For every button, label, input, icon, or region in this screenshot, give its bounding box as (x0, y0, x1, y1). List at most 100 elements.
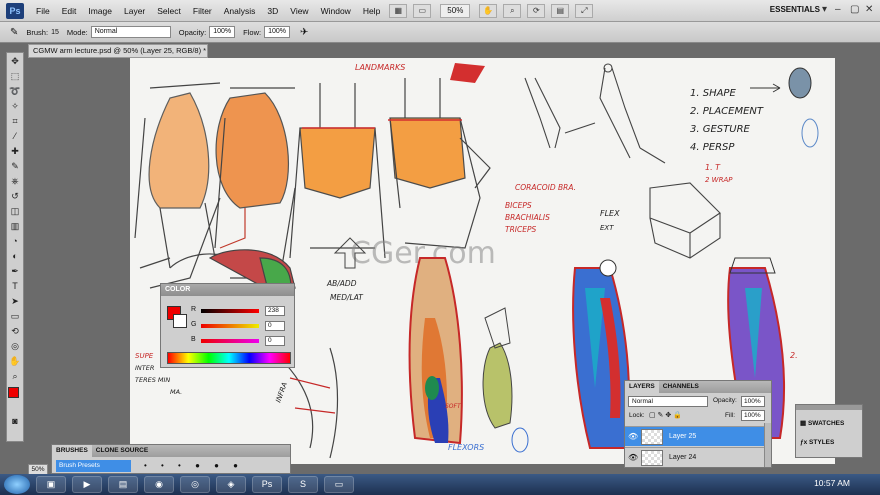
taskbar-app-icon[interactable]: ◈ (216, 476, 246, 493)
rotate-view-icon[interactable]: ⟳ (527, 3, 546, 18)
color-swatches[interactable] (7, 387, 23, 413)
styles-button[interactable]: ƒx STYLES (800, 439, 834, 446)
brush-size-value[interactable]: 15 (51, 29, 59, 36)
fill-input[interactable]: 100% (741, 410, 765, 421)
green-slider[interactable] (201, 324, 259, 328)
lock-label: Lock: (629, 412, 645, 419)
healing-brush-icon[interactable]: ✚ (8, 144, 22, 158)
taskbar-explorer-icon[interactable]: ▣ (36, 476, 66, 493)
color-panel: COLOR R 238 G 0 B 0 (160, 283, 295, 368)
start-button-icon[interactable] (4, 475, 30, 494)
note-infra: INFRA (274, 381, 289, 404)
layer-row[interactable]: 👁 Layer 25 (625, 426, 765, 446)
marquee-tool-icon[interactable]: ⬚ (8, 69, 22, 83)
taskbar-media-icon[interactable]: ▶ (72, 476, 102, 493)
tab-layers[interactable]: LAYERS (625, 381, 659, 393)
3d-orbit-icon[interactable]: ◎ (8, 339, 22, 353)
brush-tips[interactable]: • • • ● ● ● (144, 461, 244, 470)
taskbar-chrome-icon[interactable]: ◎ (180, 476, 210, 493)
arrange-documents-icon[interactable]: ▤ (551, 3, 570, 18)
menu-window[interactable]: Window (315, 6, 357, 16)
zoom-tool-icon[interactable]: ⌕ (503, 3, 522, 18)
forearm-sketch (482, 342, 513, 429)
red-slider[interactable] (201, 309, 259, 313)
visibility-eye-icon[interactable]: 👁 (628, 427, 638, 447)
quick-select-icon[interactable]: ✧ (8, 99, 22, 113)
hand-tool-icon[interactable]: ✋ (479, 3, 498, 18)
menu-edit[interactable]: Edit (56, 6, 83, 16)
workspace-dropdown-icon[interactable]: ▾ (822, 4, 827, 15)
airbrush-icon[interactable]: ✈ (300, 27, 308, 38)
tab-brushes[interactable]: BRUSHES (52, 445, 92, 457)
menu-help[interactable]: Help (357, 6, 386, 16)
color-spectrum-ramp[interactable] (167, 352, 291, 364)
taskbar-firefox-icon[interactable]: ◉ (144, 476, 174, 493)
taskbar-folder-icon[interactable]: ▤ (108, 476, 138, 493)
pen-tool-icon[interactable]: ✒ (8, 264, 22, 278)
screen-mode-toggle-icon[interactable]: ⤢ (575, 3, 594, 18)
brush-tool-icon[interactable]: ✎ (10, 27, 18, 38)
menu-file[interactable]: File (30, 6, 56, 16)
blend-mode-select[interactable]: Normal (628, 396, 708, 407)
minimize-icon[interactable]: – (835, 4, 841, 15)
type-tool-icon[interactable]: T (8, 279, 22, 293)
eyedropper-icon[interactable]: ⁄ (8, 129, 22, 143)
workspace-switcher[interactable]: ESSENTIALS (770, 5, 820, 14)
dodge-icon[interactable]: ◐ (8, 249, 22, 263)
brush-tool-icon[interactable]: ✎ (8, 159, 22, 173)
red-value-input[interactable]: 238 (265, 306, 285, 316)
hand-tool-icon[interactable]: ✋ (8, 354, 22, 368)
maximize-icon[interactable]: ▢ (850, 4, 859, 15)
green-value-input[interactable]: 0 (265, 321, 285, 331)
blue-value-input[interactable]: 0 (265, 336, 285, 346)
zoom-level-select[interactable]: 50% (440, 3, 471, 18)
menu-view[interactable]: View (284, 6, 314, 16)
brush-presets-button[interactable]: Brush Presets (56, 460, 131, 472)
brush-label: Brush: (26, 27, 49, 37)
note-brachialis: BRACHIALIS (505, 213, 550, 222)
foreground-color[interactable] (8, 387, 19, 398)
screen-mode-icon[interactable]: ▭ (413, 3, 432, 18)
3d-rotate-icon[interactable]: ⟲ (8, 324, 22, 338)
clone-stamp-icon[interactable]: ⎈ (8, 174, 22, 188)
close-icon[interactable]: ✕ (865, 4, 873, 15)
blur-icon[interactable]: ◔ (8, 234, 22, 248)
layers-scrollbar[interactable] (764, 423, 771, 467)
bridge-icon[interactable]: ▦ (389, 3, 408, 18)
green-label: G (191, 321, 197, 328)
swatches-button[interactable]: ▦ SWATCHES (800, 419, 844, 427)
menu-image[interactable]: Image (82, 6, 118, 16)
shape-tool-icon[interactable]: ▭ (8, 309, 22, 323)
lock-icons[interactable]: ▢ ✎ ✥ 🔒 (649, 411, 682, 419)
lasso-tool-icon[interactable]: ➰ (8, 84, 22, 98)
taskbar-window-icon[interactable]: ▭ (324, 476, 354, 493)
mode-select[interactable]: Normal (90, 26, 171, 38)
move-tool-icon[interactable]: ✥ (8, 54, 22, 68)
layers-tabs: LAYERS CHANNELS (625, 381, 771, 393)
blue-slider[interactable] (201, 339, 259, 343)
path-select-icon[interactable]: ➤ (8, 294, 22, 308)
menu-analysis[interactable]: Analysis (218, 6, 262, 16)
gradient-icon[interactable]: ▥ (8, 219, 22, 233)
background-color-swatch[interactable] (173, 314, 187, 328)
menu-3d[interactable]: 3D (261, 6, 284, 16)
eraser-icon[interactable]: ◫ (8, 204, 22, 218)
layer-opacity-input[interactable]: 100% (741, 396, 765, 407)
arm-muscle-drawing-2 (572, 259, 631, 449)
menu-layer[interactable]: Layer (118, 6, 151, 16)
taskbar-photoshop-icon[interactable]: Ps (252, 476, 282, 493)
tab-channels[interactable]: CHANNELS (659, 381, 703, 393)
menu-select[interactable]: Select (151, 6, 187, 16)
crop-tool-icon[interactable]: ⌗ (8, 114, 22, 128)
layer-row[interactable]: 👁 Layer 24 (625, 447, 765, 467)
quick-mask-icon[interactable]: ◙ (8, 414, 22, 428)
zoom-tool-icon[interactable]: ⌕ (8, 369, 22, 383)
taskbar-skype-icon[interactable]: S (288, 476, 318, 493)
opacity-input[interactable]: 100% (209, 26, 236, 38)
visibility-eye-icon[interactable]: 👁 (628, 448, 638, 468)
menu-filter[interactable]: Filter (187, 6, 218, 16)
tab-clone-source[interactable]: CLONE SOURCE (92, 445, 152, 457)
history-brush-icon[interactable]: ↺ (8, 189, 22, 203)
document-tab[interactable]: CGMW arm lecture.psd @ 50% (Layer 25, RG… (28, 44, 208, 58)
flow-input[interactable]: 100% (264, 26, 290, 38)
